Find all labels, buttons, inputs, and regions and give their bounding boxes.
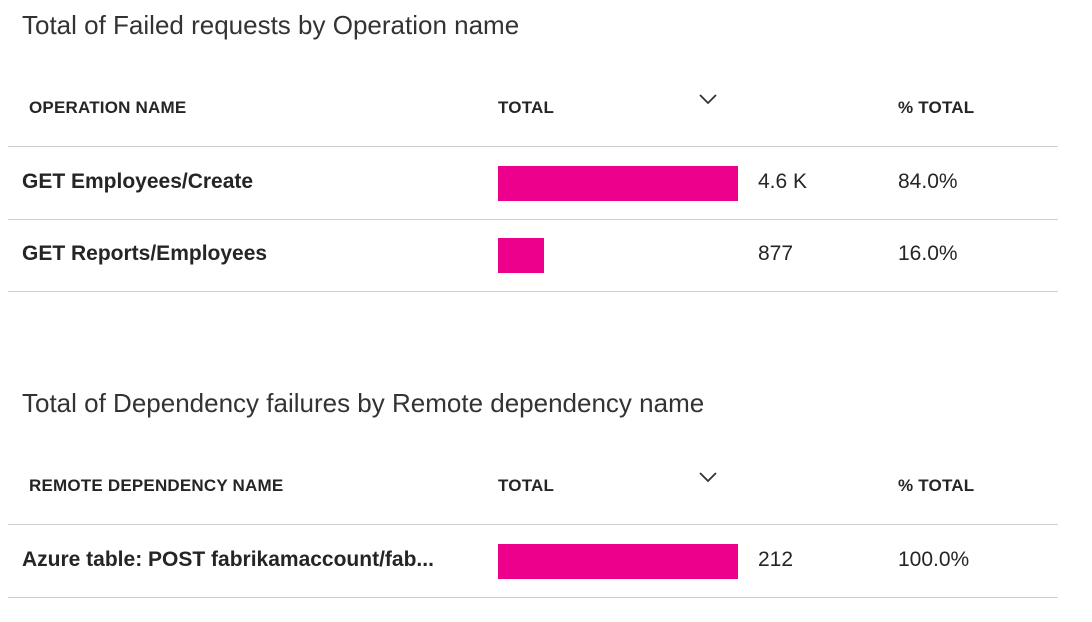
pct-total-cell: 100.0% [898, 548, 970, 571]
column-header-remote-dependency-name[interactable]: REMOTE DEPENDENCY NAME [29, 476, 283, 496]
total-bar [498, 166, 738, 201]
pct-total-cell: 16.0% [898, 242, 958, 265]
operation-name-cell: GET Employees/Create [22, 170, 254, 193]
total-bar-track [498, 544, 738, 579]
table-title: Total of Failed requests by Operation na… [22, 10, 520, 40]
pct-total-cell: 84.0% [898, 170, 958, 193]
chevron-down-icon[interactable] [698, 92, 718, 106]
table-row[interactable]: GET Employees/Create 4.6 K 84.0% [8, 148, 1058, 220]
table-header: OPERATION NAME TOTAL % TOTAL [8, 78, 1058, 147]
column-header-pct-total[interactable]: % TOTAL [898, 476, 974, 496]
total-value-cell: 212 [758, 548, 794, 571]
operation-name-cell: GET Reports/Employees [22, 242, 268, 265]
total-value-cell: 4.6 K [758, 170, 808, 193]
total-bar [498, 238, 544, 273]
table-row[interactable]: Azure table: POST fabrikamaccount/fab...… [8, 526, 1058, 598]
total-bar-track [498, 238, 738, 273]
column-header-pct-total[interactable]: % TOTAL [898, 98, 974, 118]
total-bar-track [498, 166, 738, 201]
table-title: Total of Dependency failures by Remote d… [22, 388, 705, 418]
total-value-cell: 877 [758, 242, 794, 265]
table-header: REMOTE DEPENDENCY NAME TOTAL % TOTAL [8, 456, 1058, 525]
table-row[interactable]: GET Reports/Employees 877 16.0% [8, 220, 1058, 292]
column-header-total[interactable]: TOTAL [498, 98, 554, 118]
column-header-operation-name[interactable]: OPERATION NAME [29, 98, 186, 118]
total-bar [498, 544, 738, 579]
dependency-name-cell: Azure table: POST fabrikamaccount/fab... [22, 548, 434, 571]
chevron-down-icon[interactable] [698, 470, 718, 484]
column-header-total[interactable]: TOTAL [498, 476, 554, 496]
